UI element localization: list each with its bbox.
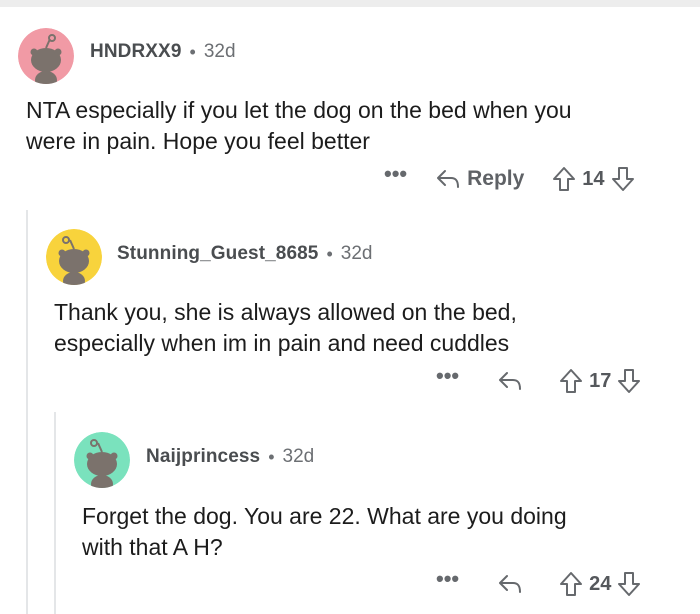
comment-header: Stunning_Guest_8685 • 32d (117, 243, 372, 265)
comment-body-line: especially when im in pain and need cudd… (54, 330, 510, 356)
username[interactable]: Naijprincess (146, 446, 260, 468)
comment-age: 32d (203, 41, 236, 62)
comment-age: 32d (340, 243, 373, 264)
reply-button[interactable] (497, 370, 523, 392)
thread-line-level-2[interactable] (54, 412, 56, 614)
username[interactable]: Stunning_Guest_8685 (117, 243, 318, 265)
comment-body: Forget the dog. You are 22. What are you… (82, 501, 567, 563)
thread-line-level-1[interactable] (26, 210, 28, 614)
comment-body-line: NTA especially if you let the dog on the… (26, 97, 572, 123)
downvote-icon[interactable] (617, 571, 641, 597)
comment-header: Naijprincess • 32d (146, 446, 314, 468)
reply-arrow-icon (497, 573, 523, 595)
downvote-icon[interactable] (617, 368, 641, 394)
snoo-avatar-icon (74, 432, 130, 488)
avatar[interactable] (18, 28, 74, 84)
top-divider (0, 0, 700, 7)
reply-button[interactable]: Reply (435, 167, 524, 191)
vote-count: 17 (589, 369, 612, 392)
comment-body-line: were in pain. Hope you feel better (26, 128, 370, 154)
comment-body-line: Forget the dog. You are 22. What are you… (82, 503, 567, 529)
reply-button[interactable] (497, 573, 523, 595)
upvote-icon[interactable] (559, 368, 583, 394)
vote-controls: 14 (552, 166, 634, 192)
vote-controls: 17 (559, 368, 641, 394)
comment-body: NTA especially if you let the dog on the… (26, 95, 572, 157)
upvote-icon[interactable] (552, 166, 576, 192)
more-options-button[interactable]: ••• (436, 365, 459, 391)
upvote-icon[interactable] (559, 571, 583, 597)
reply-arrow-icon (497, 370, 523, 392)
snoo-avatar-icon (46, 229, 102, 285)
comment-actions: ••• Reply 14 (384, 163, 635, 194)
vote-count: 14 (582, 167, 605, 190)
downvote-icon[interactable] (611, 166, 635, 192)
comment-body-line: Thank you, she is always allowed on the … (54, 299, 517, 325)
snoo-avatar-icon (18, 28, 74, 84)
username[interactable]: HNDRXX9 (90, 41, 182, 63)
comment-actions: ••• 24 (436, 568, 641, 599)
comment-body: Thank you, she is always allowed on the … (54, 297, 517, 359)
meta-separator: • (326, 243, 333, 264)
vote-controls: 24 (559, 571, 641, 597)
vote-count: 24 (589, 572, 612, 595)
comment-body-line: with that A H? (82, 534, 223, 560)
meta-separator: • (189, 41, 196, 62)
avatar[interactable] (74, 432, 130, 488)
more-options-button[interactable]: ••• (384, 163, 407, 189)
reply-label: Reply (467, 167, 525, 190)
reply-arrow-icon (435, 168, 461, 190)
comment-age: 32d (282, 446, 315, 467)
meta-separator: • (268, 446, 275, 467)
more-options-button[interactable]: ••• (436, 568, 459, 594)
comment-actions: ••• 17 (436, 365, 641, 396)
comment-header: HNDRXX9 • 32d (90, 41, 236, 63)
avatar[interactable] (46, 229, 102, 285)
